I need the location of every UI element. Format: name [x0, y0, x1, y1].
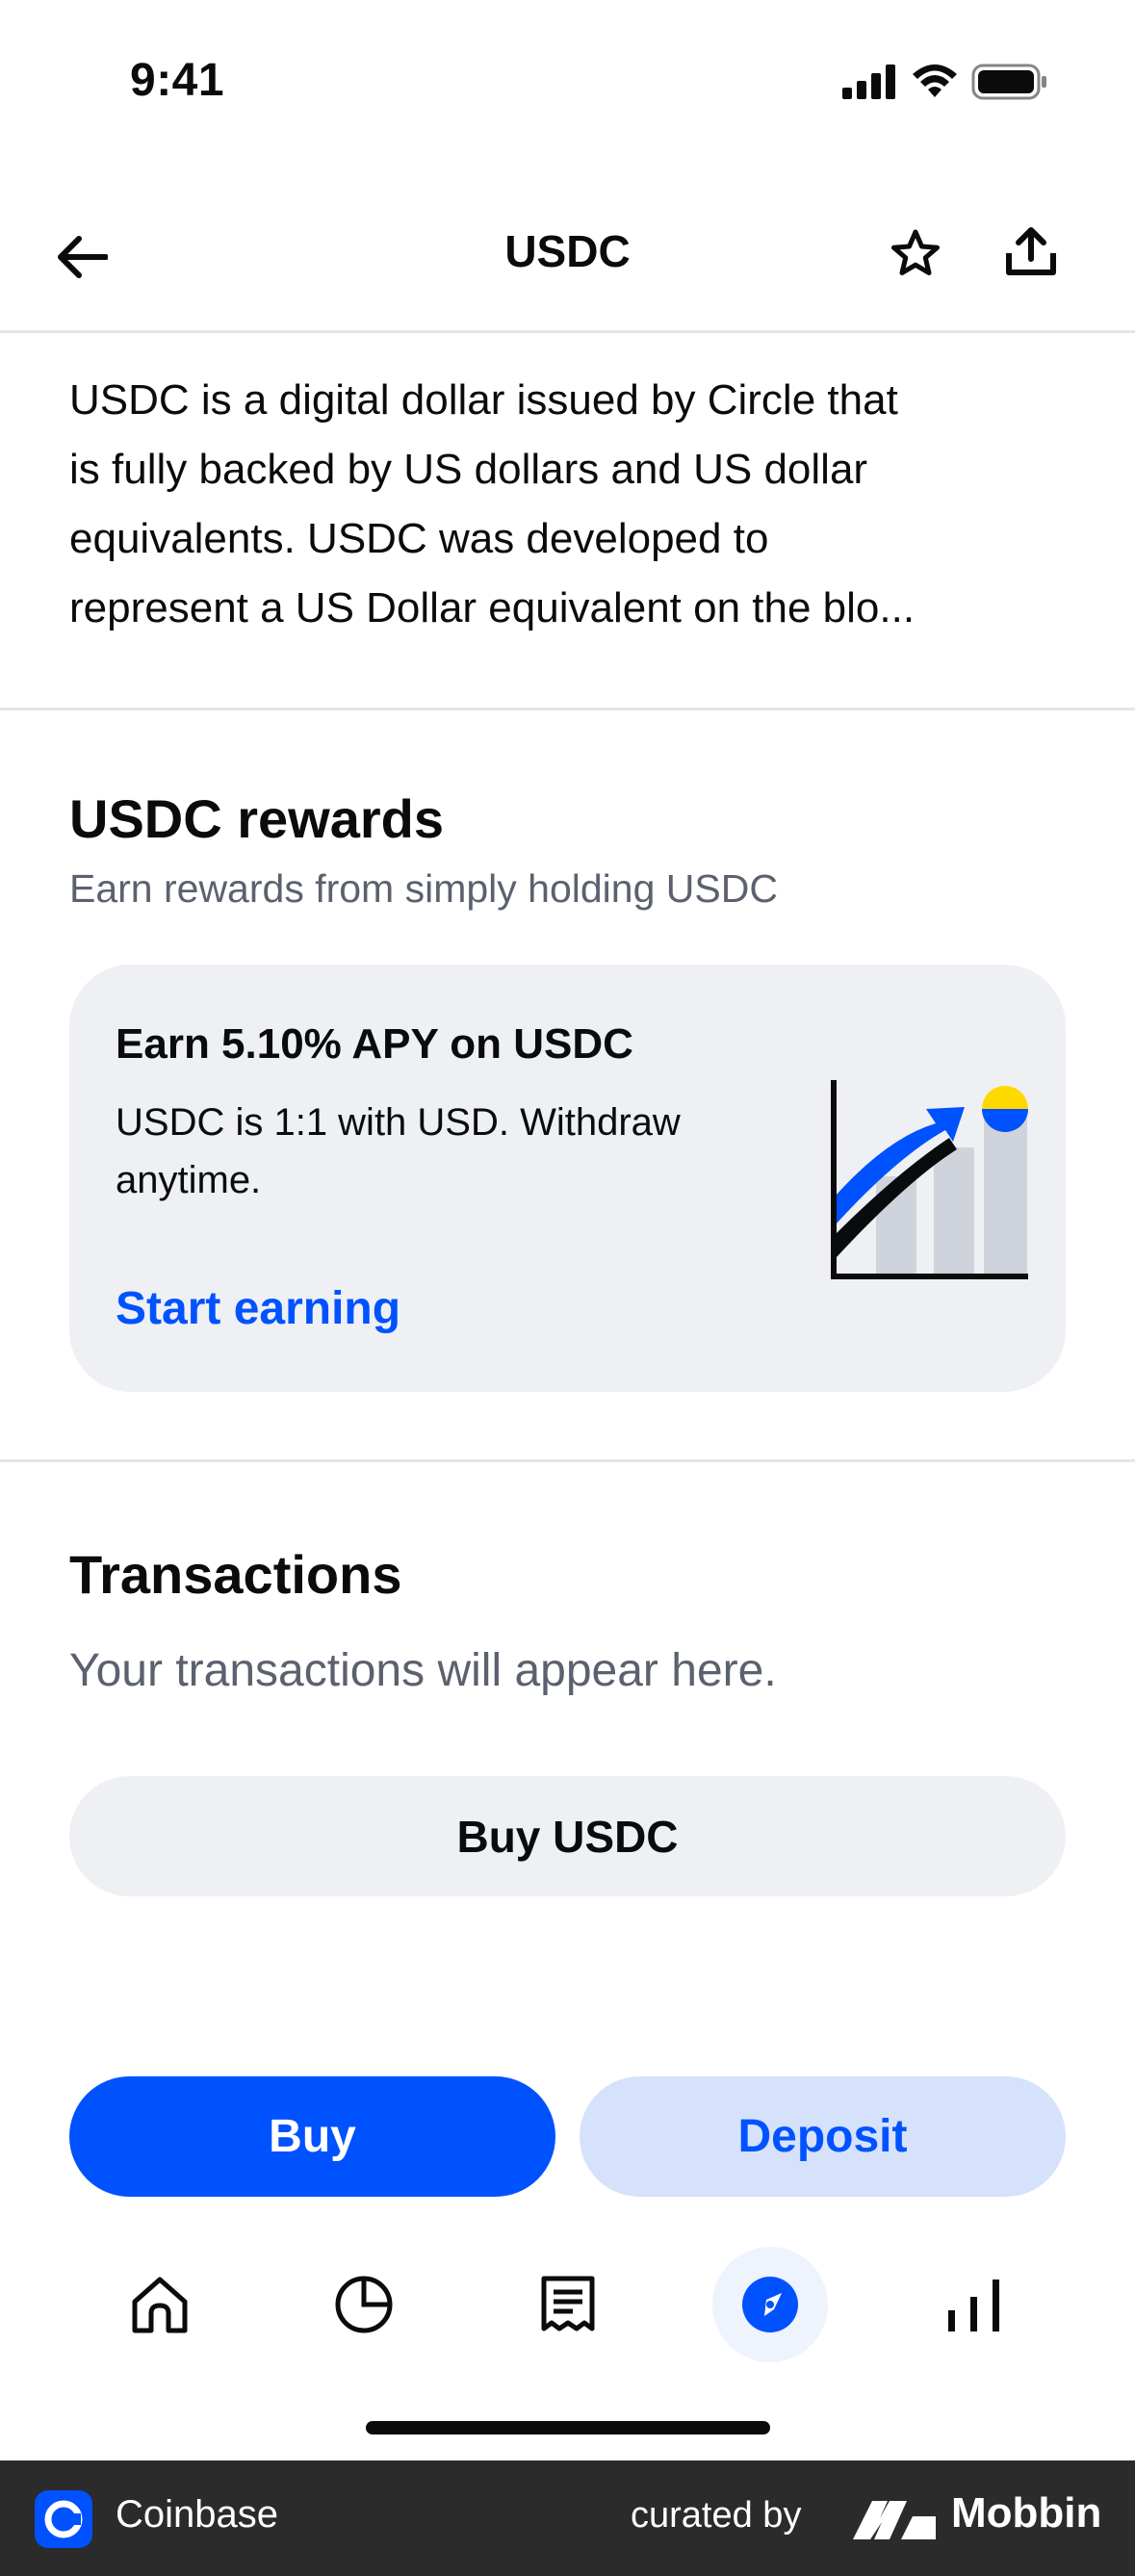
- wifi-icon: [913, 64, 957, 97]
- footer-app-name: Coinbase: [116, 2493, 279, 2536]
- section-divider: [0, 708, 1135, 710]
- status-time: 9:41: [130, 55, 225, 106]
- growth-chart-illustration: [831, 1080, 1028, 1279]
- portfolio-icon: [335, 2276, 393, 2333]
- start-earning-link[interactable]: Start earning: [116, 1282, 400, 1335]
- status-icons: [842, 64, 1048, 100]
- tab-transactions[interactable]: [510, 2247, 626, 2362]
- deposit-button[interactable]: Deposit: [580, 2076, 1066, 2197]
- coinbase-logo-icon: [35, 2490, 92, 2548]
- tab-explore[interactable]: [712, 2247, 828, 2362]
- footer-brand: Mobbin: [951, 2489, 1102, 2537]
- tab-bar: [0, 2243, 1135, 2368]
- buy-usdc-button[interactable]: Buy USDC: [69, 1776, 1066, 1896]
- tab-markets[interactable]: [916, 2247, 1032, 2362]
- description-line: equivalents. USDC was developed to: [69, 515, 769, 562]
- tab-portfolio[interactable]: [306, 2247, 422, 2362]
- description-line: is fully backed by US dollars and US dol…: [69, 446, 868, 493]
- rewards-card-title: Earn 5.10% APY on USDC: [116, 1020, 633, 1068]
- home-indicator[interactable]: [366, 2421, 770, 2434]
- page-title: USDC: [504, 226, 631, 276]
- rewards-title: USDC rewards: [69, 788, 445, 849]
- description-line: represent a US Dollar equivalent on the …: [69, 584, 916, 631]
- share-button[interactable]: [999, 219, 1063, 283]
- header: USDC: [0, 193, 1135, 333]
- explore-icon: [742, 2277, 798, 2332]
- footer-banner: Coinbase curated by Mobbin: [0, 2460, 1135, 2576]
- markets-icon: [948, 2280, 999, 2331]
- tab-home[interactable]: [102, 2247, 218, 2362]
- asset-description[interactable]: USDC is a digital dollar issued by Circl…: [69, 366, 1071, 643]
- status-bar: 9:41: [0, 0, 1135, 164]
- rewards-card[interactable]: Earn 5.10% APY on USDC USDC is 1:1 with …: [69, 965, 1066, 1392]
- footer-curated-by: curated by: [631, 2495, 802, 2536]
- cellular-signal-icon: [842, 64, 895, 99]
- transactions-icon: [541, 2276, 595, 2331]
- buy-button[interactable]: Buy: [69, 2076, 555, 2197]
- share-icon: [1006, 227, 1056, 275]
- home-icon: [132, 2277, 188, 2333]
- favorite-button[interactable]: [884, 221, 947, 285]
- section-divider: [0, 1459, 1135, 1462]
- transactions-title: Transactions: [69, 1544, 402, 1605]
- star-icon: [891, 229, 940, 275]
- mobbin-logo-icon: [853, 2501, 936, 2539]
- rewards-card-body: USDC is 1:1 with USD. Withdraw anytime.: [116, 1101, 681, 1201]
- rewards-subtitle: Earn rewards from simply holding USDC: [69, 866, 778, 911]
- description-line: USDC is a digital dollar issued by Circl…: [69, 376, 898, 424]
- battery-icon: [971, 64, 1046, 100]
- transactions-empty-text: Your transactions will appear here.: [69, 1645, 777, 1696]
